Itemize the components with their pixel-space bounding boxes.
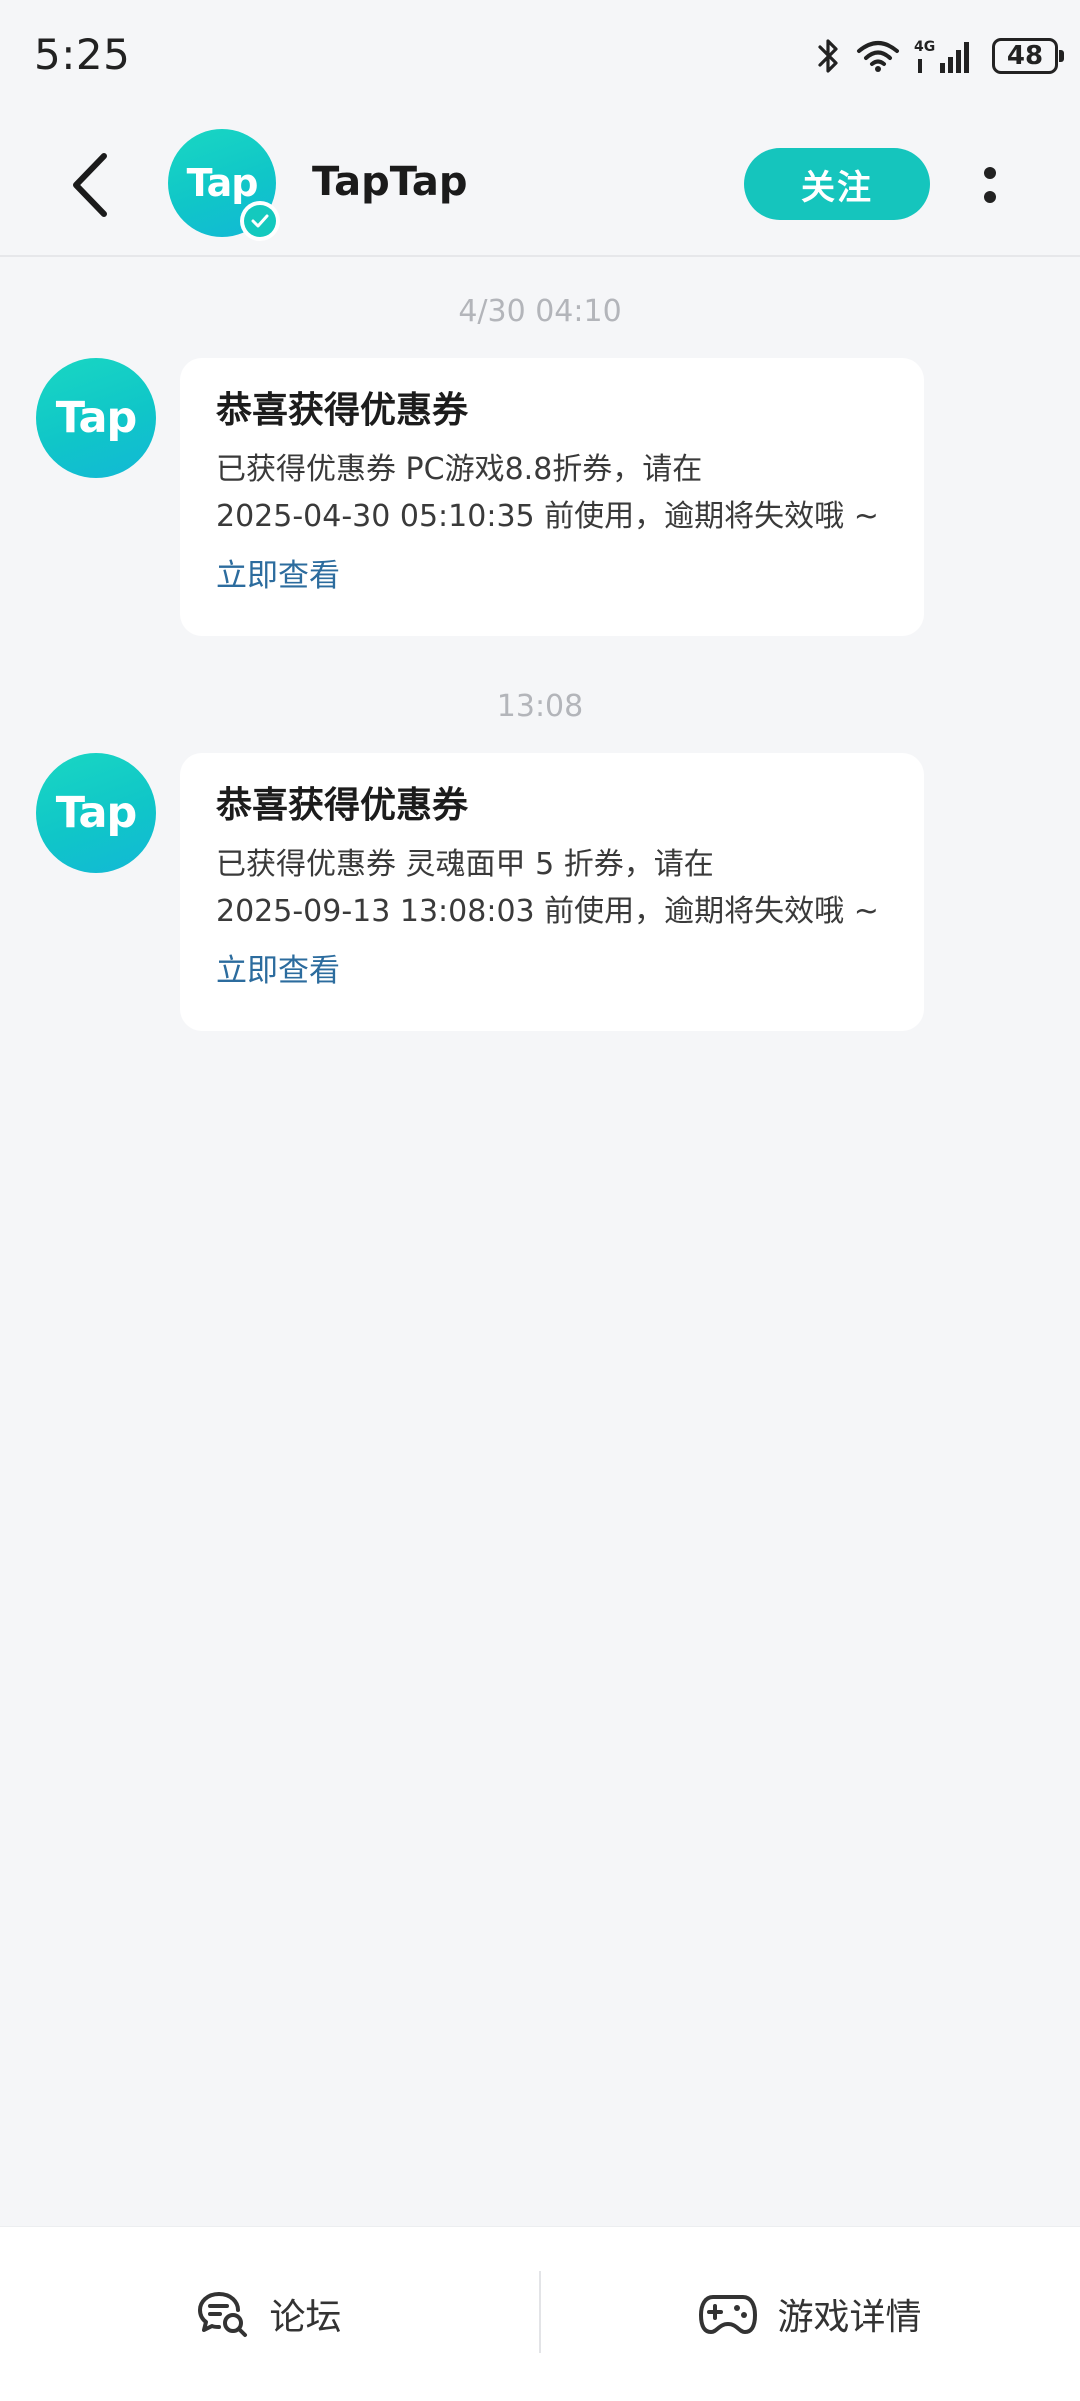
forum-chat-icon bbox=[198, 2292, 248, 2337]
message-title: 恭喜获得优惠券 bbox=[216, 785, 469, 826]
bluetooth-icon bbox=[816, 37, 842, 75]
header-title: TapTap bbox=[312, 159, 468, 205]
message-title: 恭喜获得优惠券 bbox=[216, 390, 469, 431]
back-button[interactable] bbox=[50, 145, 130, 225]
view-now-link[interactable]: 立即查看 bbox=[216, 556, 888, 596]
message-body: 已获得优惠券 PC游戏8.8折券，请在 2025-04-30 05:10:35 … bbox=[216, 446, 888, 540]
forum-tab-label: 论坛 bbox=[269, 2297, 342, 2338]
game-details-tab-label: 游戏详情 bbox=[777, 2297, 922, 2338]
message-card[interactable]: 恭喜获得优惠券 已获得优惠券 灵魂面甲 5 折券，请在 2025-09-13 1… bbox=[180, 753, 924, 1031]
avatar-logo-text: Tap bbox=[55, 393, 138, 443]
status-icons: 4G 48 bbox=[816, 34, 1064, 78]
status-time: 5:25 bbox=[34, 30, 131, 79]
message-avatar[interactable]: Tap bbox=[36, 358, 156, 478]
forum-tab[interactable]: 论坛 bbox=[0, 2227, 539, 2401]
message-card[interactable]: 恭喜获得优惠券 已获得优惠券 PC游戏8.8折券，请在 2025-04-30 0… bbox=[180, 358, 924, 636]
header-avatar[interactable]: Tap bbox=[168, 129, 280, 241]
message-body: 已获得优惠券 灵魂面甲 5 折券，请在 2025-09-13 13:08:03 … bbox=[216, 841, 888, 935]
follow-button[interactable]: 关注 bbox=[744, 148, 930, 220]
gamepad-icon bbox=[699, 2295, 758, 2334]
battery-level: 48 bbox=[1006, 41, 1044, 71]
conversation-header: Tap TapTap 关注 bbox=[0, 115, 1080, 257]
game-details-tab[interactable]: 游戏详情 bbox=[541, 2227, 1080, 2401]
view-now-link[interactable]: 立即查看 bbox=[216, 951, 888, 991]
status-bar: 5:25 4G 48 bbox=[0, 0, 1080, 115]
verified-badge-icon bbox=[240, 201, 280, 241]
signal-4g-icon: 4G bbox=[914, 37, 978, 75]
svg-text:4G: 4G bbox=[914, 39, 935, 55]
message-body-line: 2025-04-30 05:10:35 前使用，逾期将失效哦 ~ bbox=[216, 499, 879, 534]
avatar-logo-text: Tap bbox=[186, 161, 259, 205]
message-body-line: 2025-09-13 13:08:03 前使用，逾期将失效哦 ~ bbox=[216, 894, 879, 929]
avatar-logo-text: Tap bbox=[55, 788, 138, 838]
more-vertical-icon[interactable] bbox=[970, 155, 1010, 215]
message-body-line: 已获得优惠券 PC游戏8.8折券，请在 bbox=[216, 452, 703, 487]
taptap-logo: Tap bbox=[36, 358, 156, 478]
taptap-logo: Tap bbox=[36, 753, 156, 873]
message-body-line: 已获得优惠券 灵魂面甲 5 折券，请在 bbox=[216, 847, 714, 882]
bottom-bar: 论坛 游戏详情 bbox=[0, 2226, 1080, 2401]
battery-icon: 48 bbox=[992, 38, 1064, 74]
back-arrow-icon bbox=[73, 153, 107, 217]
message-avatar[interactable]: Tap bbox=[36, 753, 156, 873]
message-timestamp: 13:08 bbox=[496, 689, 584, 724]
message-timestamp: 4/30 04:10 bbox=[458, 294, 622, 329]
wifi-icon bbox=[856, 39, 900, 73]
